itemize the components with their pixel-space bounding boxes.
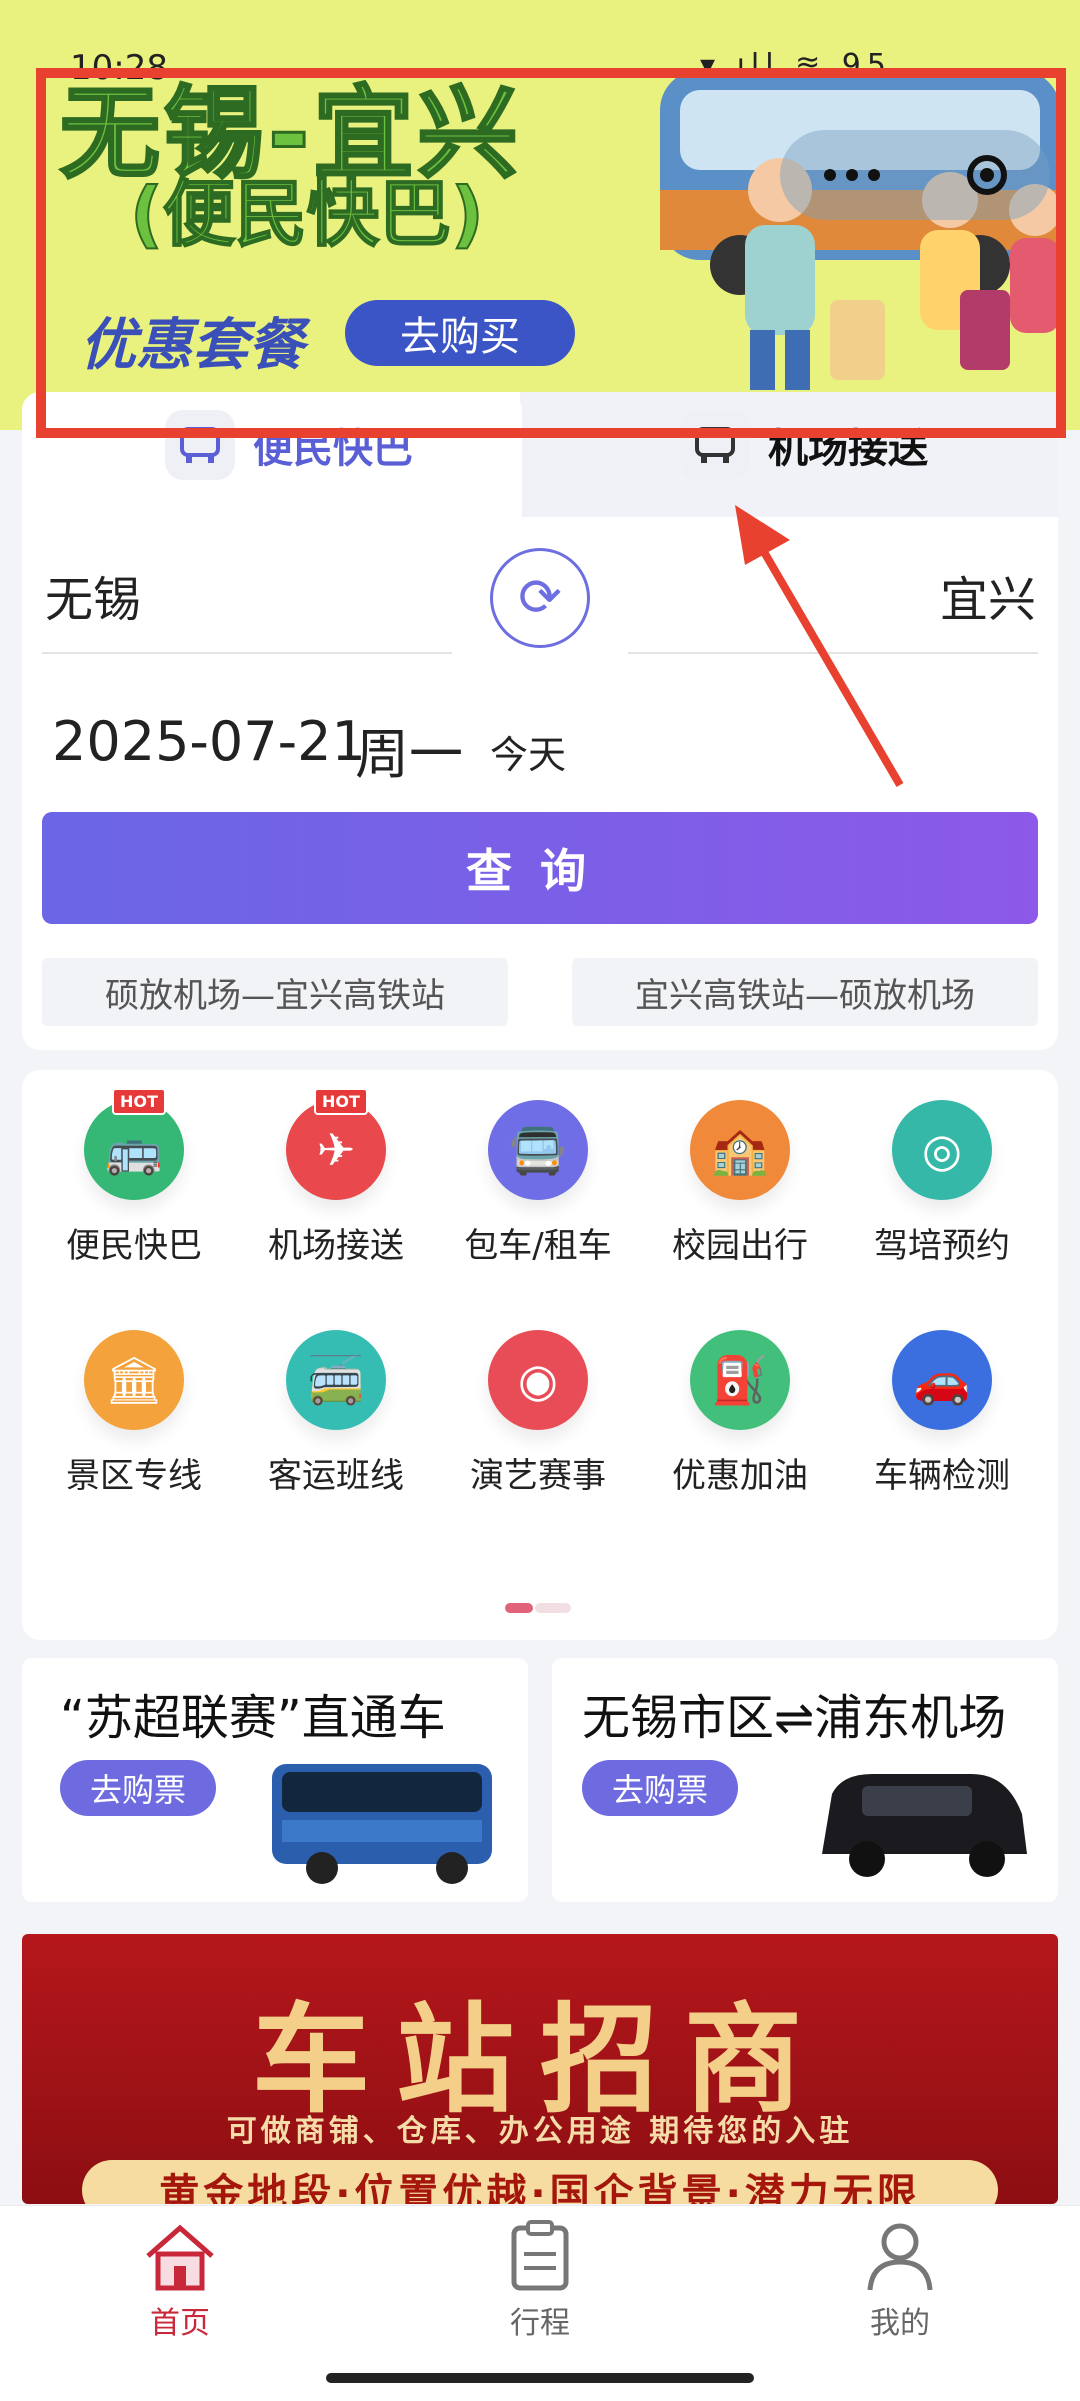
promo-title: “苏超联赛”直通车 xyxy=(60,1690,446,1746)
nav-label: 我的 xyxy=(870,2306,930,2341)
nav-home[interactable]: 首页 xyxy=(100,2220,260,2342)
nav-label: 行程 xyxy=(510,2306,570,2341)
home-indicator[interactable] xyxy=(326,2373,754,2383)
service-item[interactable]: 🚌 HOT 便民快巴 xyxy=(34,1088,234,1267)
arrow-annotation xyxy=(735,505,904,788)
service-item[interactable]: 🚎 客运班线 xyxy=(236,1330,436,1497)
travel-weekday[interactable]: 周一 xyxy=(355,710,463,789)
bus-line-icon: 🚎 xyxy=(286,1330,386,1430)
service-item[interactable]: ⛽ 优惠加油 xyxy=(640,1330,840,1497)
service-label: 车辆检测 xyxy=(874,1456,1010,1496)
car-icon: 🚗 xyxy=(892,1330,992,1430)
plane-icon: ✈ HOT xyxy=(286,1088,386,1200)
clipboard-icon xyxy=(511,2220,569,2291)
hot-badge: HOT xyxy=(314,1088,368,1115)
scenic-icon: 🏛 xyxy=(84,1330,184,1430)
service-label: 客运班线 xyxy=(268,1456,404,1496)
coach-icon: 🚍 xyxy=(488,1100,588,1200)
school-icon: 🏫 xyxy=(690,1100,790,1200)
nav-mine[interactable]: 我的 xyxy=(820,2220,980,2342)
service-label: 包车/租车 xyxy=(464,1226,612,1266)
service-item[interactable]: 🚍 包车/租车 xyxy=(438,1100,638,1267)
merchant-subtitle: 可做商铺、仓库、办公用途 期待您的入驻 xyxy=(226,2114,854,2149)
query-button[interactable]: 查询 xyxy=(42,812,1038,924)
service-label: 驾培预约 xyxy=(874,1226,1010,1266)
promo-title: 无锡市区⇌浦东机场 xyxy=(582,1690,1007,1746)
promo-card-pudong-airport[interactable]: 无锡市区⇌浦东机场 去购票 xyxy=(552,1658,1058,1902)
merchant-banner[interactable]: 车站招商 可做商铺、仓库、办公用途 期待您的入驻 黄金地段·位置优越·国企背景·… xyxy=(22,1934,1058,2204)
today-label: 今天 xyxy=(490,733,567,777)
service-item[interactable]: 🏫 校园出行 xyxy=(640,1100,840,1267)
coach-bus-image xyxy=(272,1764,492,1884)
service-item[interactable]: ◎ 驾培预约 xyxy=(842,1100,1042,1267)
user-icon xyxy=(867,2223,933,2291)
promo-card-super-league[interactable]: “苏超联赛”直通车 去购票 xyxy=(22,1658,528,1902)
page-indicator xyxy=(505,1598,573,1613)
home-icon xyxy=(146,2224,214,2291)
service-item[interactable]: ◉ 演艺赛事 xyxy=(438,1330,638,1497)
service-label: 便民快巴 xyxy=(66,1226,202,1266)
service-label: 机场接送 xyxy=(268,1226,404,1266)
van-image xyxy=(822,1774,1027,1877)
steering-wheel-icon: ◎ xyxy=(892,1100,992,1200)
service-label: 优惠加油 xyxy=(672,1456,808,1496)
buy-ticket-button[interactable]: 去购票 xyxy=(60,1760,216,1816)
hot-badge: HOT xyxy=(112,1088,166,1115)
highlight-box xyxy=(36,68,1066,438)
service-label: 校园出行 xyxy=(672,1226,808,1266)
merchant-slogan: 黄金地段·位置优越·国企背景·潜力无限 xyxy=(82,2160,998,2204)
travel-date[interactable]: 2025-07-21 xyxy=(52,710,366,773)
nav-trips[interactable]: 行程 xyxy=(460,2220,620,2342)
swap-cities-icon[interactable]: ⟳ xyxy=(490,548,590,648)
buy-ticket-button[interactable]: 去购票 xyxy=(582,1760,738,1816)
bus-icon: 🚌 HOT xyxy=(84,1088,184,1200)
from-city[interactable]: 无锡 xyxy=(45,560,141,630)
service-label: 演艺赛事 xyxy=(470,1456,606,1496)
quick-route[interactable]: 宜兴高铁站—硕放机场 xyxy=(572,958,1038,1026)
service-item[interactable]: ✈ HOT 机场接送 xyxy=(236,1088,436,1267)
service-item[interactable]: 🏛 景区专线 xyxy=(34,1330,234,1497)
nav-label: 首页 xyxy=(150,2306,210,2341)
show-icon: ◉ xyxy=(488,1330,588,1430)
fuel-icon: ⛽ xyxy=(690,1330,790,1430)
service-label: 景区专线 xyxy=(66,1456,202,1496)
divider xyxy=(42,652,452,654)
service-item[interactable]: 🚗 车辆检测 xyxy=(842,1330,1042,1497)
to-city[interactable]: 宜兴 xyxy=(940,560,1036,630)
quick-route[interactable]: 硕放机场—宜兴高铁站 xyxy=(42,958,508,1026)
